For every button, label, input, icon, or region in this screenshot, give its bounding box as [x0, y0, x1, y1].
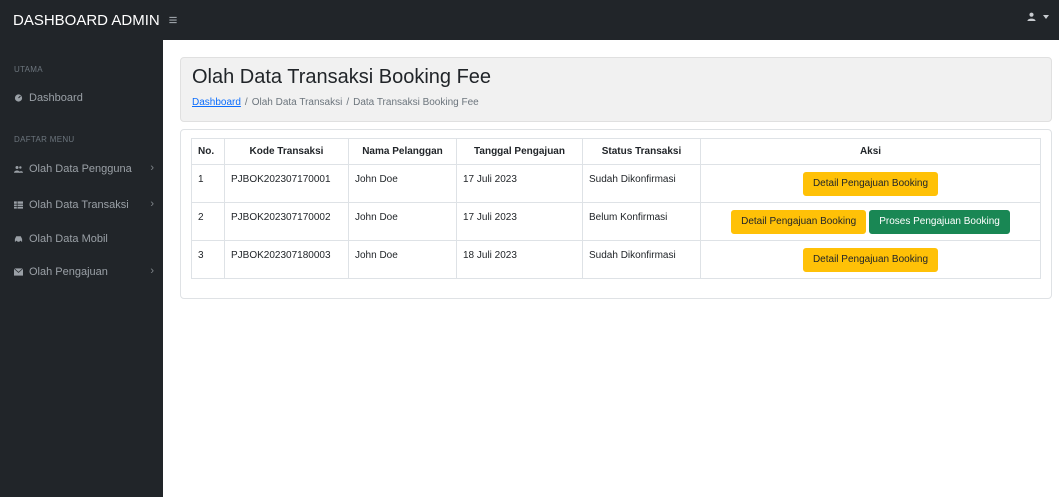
sidebar-item-transaksi[interactable]: Olah Data Transaksi ›	[0, 195, 163, 215]
sidebar-item-label: Olah Data Pengguna	[29, 163, 132, 175]
cell-status: Belum Konfirmasi	[582, 202, 701, 241]
sidebar-item-label: Olah Data Mobil	[29, 233, 108, 245]
gauge-icon	[14, 94, 23, 102]
sidebar-item-dashboard[interactable]: Dashboard	[0, 88, 163, 108]
sidebar-heading-menu: DAFTAR MENU	[14, 135, 75, 144]
column-header-kode: Kode Transaksi	[224, 138, 349, 165]
cell-nama: John Doe	[348, 202, 457, 241]
sidebar-item-label: Olah Pengajuan	[29, 266, 108, 278]
envelope-icon	[14, 268, 23, 276]
sidebar-item-pengguna[interactable]: Olah Data Pengguna ›	[0, 159, 163, 179]
sidebar-item-mobil[interactable]: Olah Data Mobil	[0, 229, 163, 249]
breadcrumb-separator: /	[244, 97, 248, 108]
cell-no: 2	[191, 202, 225, 241]
chevron-right-icon: ›	[150, 162, 154, 174]
chevron-right-icon: ›	[150, 265, 154, 277]
chevron-right-icon: ›	[150, 198, 154, 210]
breadcrumb-item: Olah Data Transaksi	[251, 97, 343, 108]
cell-kode: PJBOK202307170001	[224, 164, 349, 203]
top-navbar: DASHBOARD ADMIN ≡	[0, 0, 1059, 40]
breadcrumb: Dashboard / Olah Data Transaksi / Data Trans…	[192, 97, 479, 108]
cell-tanggal: 18 Juli 2023	[456, 240, 583, 279]
cell-kode: PJBOK202307180003	[224, 240, 349, 279]
cell-no: 3	[191, 240, 225, 279]
table-row: 1 PJBOK202307170001 John Doe 17 Juli 202…	[191, 164, 1041, 203]
column-header-tanggal: Tanggal Pengajuan	[456, 138, 583, 165]
cell-aksi: Detail Pengajuan Booking	[700, 240, 1041, 279]
table-icon	[14, 201, 23, 209]
table-row: 2 PJBOK202307170002 John Doe 17 Juli 202…	[191, 202, 1041, 241]
cell-status: Sudah Dikonfirmasi	[582, 164, 701, 203]
detail-booking-button[interactable]: Detail Pengajuan Booking	[802, 248, 939, 272]
detail-booking-button[interactable]: Detail Pengajuan Booking	[731, 210, 867, 234]
sidebar-item-label: Olah Data Transaksi	[29, 199, 129, 211]
detail-booking-button[interactable]: Detail Pengajuan Booking	[802, 172, 939, 196]
page-header: Olah Data Transaksi Booking Fee Dashboar…	[180, 57, 1052, 122]
transactions-table: No. Kode Transaksi Nama Pelanggan Tangga…	[191, 138, 1041, 279]
cell-status: Sudah Dikonfirmasi	[582, 240, 701, 279]
sidebar-item-label: Dashboard	[29, 92, 83, 104]
cell-tanggal: 17 Juli 2023	[456, 202, 583, 241]
cell-aksi: Detail Pengajuan Booking Proses Pengajuan…	[700, 202, 1041, 241]
brand-title[interactable]: DASHBOARD ADMIN	[0, 12, 163, 29]
cell-kode: PJBOK202307170002	[224, 202, 349, 241]
cell-nama: John Doe	[348, 164, 457, 203]
users-icon	[14, 166, 23, 173]
sidebar: UTAMA Dashboard DAFTAR MENU Olah Data Pe…	[0, 40, 163, 497]
table-row: 3 PJBOK202307180003 John Doe 18 Juli 202…	[191, 240, 1041, 279]
user-menu[interactable]	[1027, 12, 1049, 21]
breadcrumb-item-active: Data Transaksi Booking Fee	[353, 97, 479, 108]
cell-aksi: Detail Pengajuan Booking	[700, 164, 1041, 203]
page-title: Olah Data Transaksi Booking Fee	[192, 66, 492, 88]
sidebar-item-pengajuan[interactable]: Olah Pengajuan ›	[0, 262, 163, 282]
breadcrumb-separator: /	[346, 97, 350, 108]
user-icon	[1027, 12, 1036, 21]
proses-booking-button[interactable]: Proses Pengajuan Booking	[869, 210, 1010, 234]
column-header-aksi: Aksi	[700, 138, 1041, 165]
sidebar-heading-main: UTAMA	[14, 65, 43, 74]
cell-nama: John Doe	[348, 240, 457, 279]
column-header-status: Status Transaksi	[582, 138, 701, 165]
bars-icon[interactable]: ≡	[163, 12, 183, 29]
caret-down-icon	[1043, 14, 1049, 19]
column-header-no: No.	[191, 138, 225, 165]
cell-no: 1	[191, 164, 225, 203]
column-header-nama: Nama Pelanggan	[348, 138, 457, 165]
breadcrumb-link-dashboard[interactable]: Dashboard	[192, 97, 241, 108]
cell-tanggal: 17 Juli 2023	[456, 164, 583, 203]
car-icon	[14, 236, 23, 243]
table-header-row: No. Kode Transaksi Nama Pelanggan Tangga…	[191, 138, 1041, 165]
